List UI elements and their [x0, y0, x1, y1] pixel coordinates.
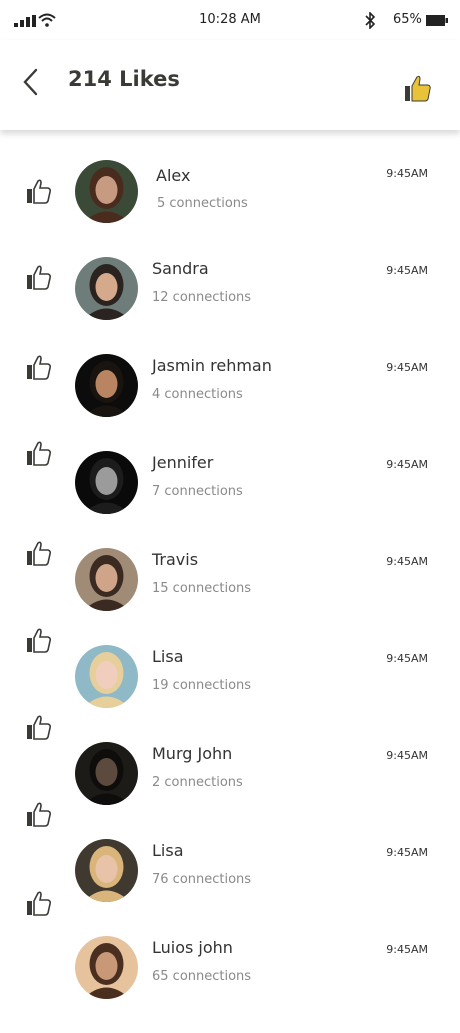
connections-count: 19 connections: [152, 678, 252, 693]
like-row[interactable]: Lisa 76 connections 9:45AM: [0, 802, 460, 936]
user-name[interactable]: Lisa: [152, 647, 184, 666]
like-time: 9:45AM: [386, 264, 428, 277]
bluetooth-icon: [365, 12, 376, 29]
like-time: 9:45AM: [386, 943, 428, 956]
battery-percent: 65%: [393, 12, 422, 27]
avatar[interactable]: [75, 839, 138, 902]
connections-count: 7 connections: [152, 484, 243, 499]
user-name[interactable]: Jasmin rehman: [152, 356, 272, 375]
thumbs-up-icon: [26, 890, 52, 916]
connections-count: 2 connections: [152, 775, 243, 790]
thumbs-up-icon: [26, 178, 52, 204]
user-name[interactable]: Lisa: [152, 841, 184, 860]
like-row[interactable]: Alex 5 connections 9:45AM: [0, 160, 460, 257]
back-icon[interactable]: [22, 68, 40, 96]
connections-count: 4 connections: [152, 387, 243, 402]
header: 214 Likes: [0, 40, 460, 130]
like-time: 9:45AM: [386, 846, 428, 859]
like-row[interactable]: Sandra 12 connections 9:45AM: [0, 257, 460, 354]
like-time: 9:45AM: [386, 652, 428, 665]
user-name[interactable]: Jennifer: [152, 453, 213, 472]
like-row[interactable]: Lisa 19 connections 9:45AM: [0, 628, 460, 742]
connections-count: 5 connections: [157, 196, 248, 211]
avatar[interactable]: [75, 548, 138, 611]
thumbs-up-icon: [26, 440, 52, 466]
thumbs-up-icon: [26, 540, 52, 566]
avatar[interactable]: [75, 354, 138, 417]
user-name[interactable]: Travis: [152, 550, 198, 569]
page-title: 214 Likes: [68, 67, 180, 91]
avatar[interactable]: [75, 160, 138, 223]
like-time: 9:45AM: [386, 458, 428, 471]
like-row[interactable]: Luios john 65 connections 9:45AM: [0, 891, 460, 1033]
thumbs-up-icon: [26, 801, 52, 827]
avatar[interactable]: [75, 936, 138, 999]
like-row[interactable]: Jennifer 7 connections 9:45AM: [0, 441, 460, 548]
user-name[interactable]: Alex: [156, 166, 190, 185]
connections-count: 65 connections: [152, 969, 252, 984]
avatar[interactable]: [75, 645, 138, 708]
avatar[interactable]: [75, 451, 138, 514]
thumbs-up-icon: [26, 264, 52, 290]
user-name[interactable]: Luios john: [152, 938, 233, 957]
user-name[interactable]: Murg John: [152, 744, 232, 763]
like-row[interactable]: Jasmin rehman 4 connections 9:45AM: [0, 354, 460, 451]
battery-icon: [426, 15, 448, 26]
like-time: 9:45AM: [386, 749, 428, 762]
status-time: 10:28 AM: [199, 12, 261, 27]
thumbs-up-icon: [26, 714, 52, 740]
thumbs-up-icon: [26, 627, 52, 653]
connections-count: 12 connections: [152, 290, 252, 305]
like-row[interactable]: Murg John 2 connections 9:45AM: [0, 715, 460, 839]
avatar[interactable]: [75, 257, 138, 320]
connections-count: 76 connections: [152, 872, 252, 887]
like-time: 9:45AM: [386, 167, 428, 180]
thumbs-up-icon[interactable]: [404, 74, 432, 102]
thumbs-up-icon: [26, 354, 52, 380]
like-row[interactable]: Travis 15 connections 9:45AM: [0, 541, 460, 645]
avatar[interactable]: [75, 742, 138, 805]
user-name[interactable]: Sandra: [152, 259, 209, 278]
like-time: 9:45AM: [386, 555, 428, 568]
status-bar: 10:28 AM 65%: [0, 0, 460, 40]
connections-count: 15 connections: [152, 581, 252, 596]
like-time: 9:45AM: [386, 361, 428, 374]
